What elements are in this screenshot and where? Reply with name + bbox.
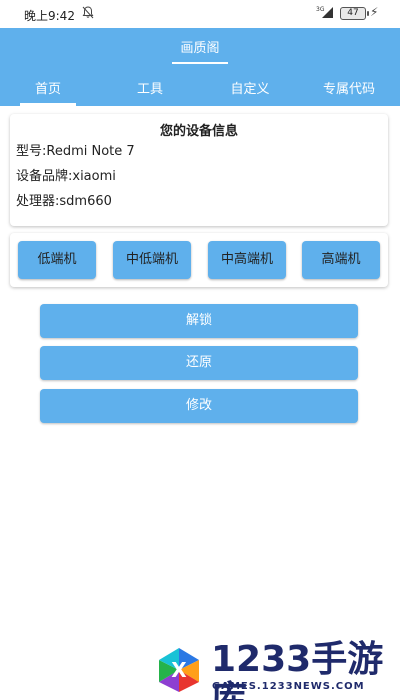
signal-type: 3G xyxy=(316,6,325,13)
battery-level: 47 xyxy=(347,8,359,18)
svg-text:X: X xyxy=(171,658,187,682)
low-end-button[interactable]: 低端机 xyxy=(18,241,96,279)
unlock-button[interactable]: 解锁 xyxy=(40,304,358,338)
device-processor: 处理器:sdm660 xyxy=(16,194,112,209)
charging-icon: ⚡ xyxy=(370,5,379,19)
watermark-site: GAMES.1233NEWS.COM xyxy=(212,681,365,692)
active-tab-indicator xyxy=(20,103,76,106)
watermark: X 1233手游库 GAMES.1233NEWS.COM xyxy=(155,640,395,700)
mid-high-end-button[interactable]: 中高端机 xyxy=(208,241,286,279)
app-title: 画质阁 xyxy=(180,41,220,56)
title-underline xyxy=(172,62,228,64)
watermark-logo-icon: X xyxy=(155,646,203,694)
device-info-title: 您的设备信息 xyxy=(159,124,238,139)
tab-exclusive-code[interactable]: 专属代码 xyxy=(314,78,384,97)
mid-low-end-button[interactable]: 中低端机 xyxy=(113,241,191,279)
tab-home[interactable]: 首页 xyxy=(20,78,76,97)
device-tier-card: 低端机 中低端机 中高端机 高端机 xyxy=(10,233,388,287)
modify-button[interactable]: 修改 xyxy=(40,389,358,423)
restore-button[interactable]: 还原 xyxy=(40,346,358,380)
device-info-card: 您的设备信息 型号:Redmi Note 7 设备品牌:xiaomi 处理器:s… xyxy=(10,114,388,226)
app-bar: 画质阁 xyxy=(0,28,400,66)
tab-bar: 首页 工具 自定义 专属代码 xyxy=(0,66,400,106)
notification-muted-icon xyxy=(82,6,94,22)
status-bar: 晚上9:42 3G 47 ⚡ xyxy=(0,0,400,28)
tab-tools[interactable]: 工具 xyxy=(122,78,178,97)
battery-icon: 47 xyxy=(340,7,369,20)
device-brand: 设备品牌:xiaomi xyxy=(16,169,116,184)
device-model: 型号:Redmi Note 7 xyxy=(16,144,135,159)
status-time: 晚上9:42 xyxy=(24,9,75,23)
tab-custom[interactable]: 自定义 xyxy=(218,78,282,97)
high-end-button[interactable]: 高端机 xyxy=(302,241,380,279)
signal-icon: 3G xyxy=(316,5,334,19)
